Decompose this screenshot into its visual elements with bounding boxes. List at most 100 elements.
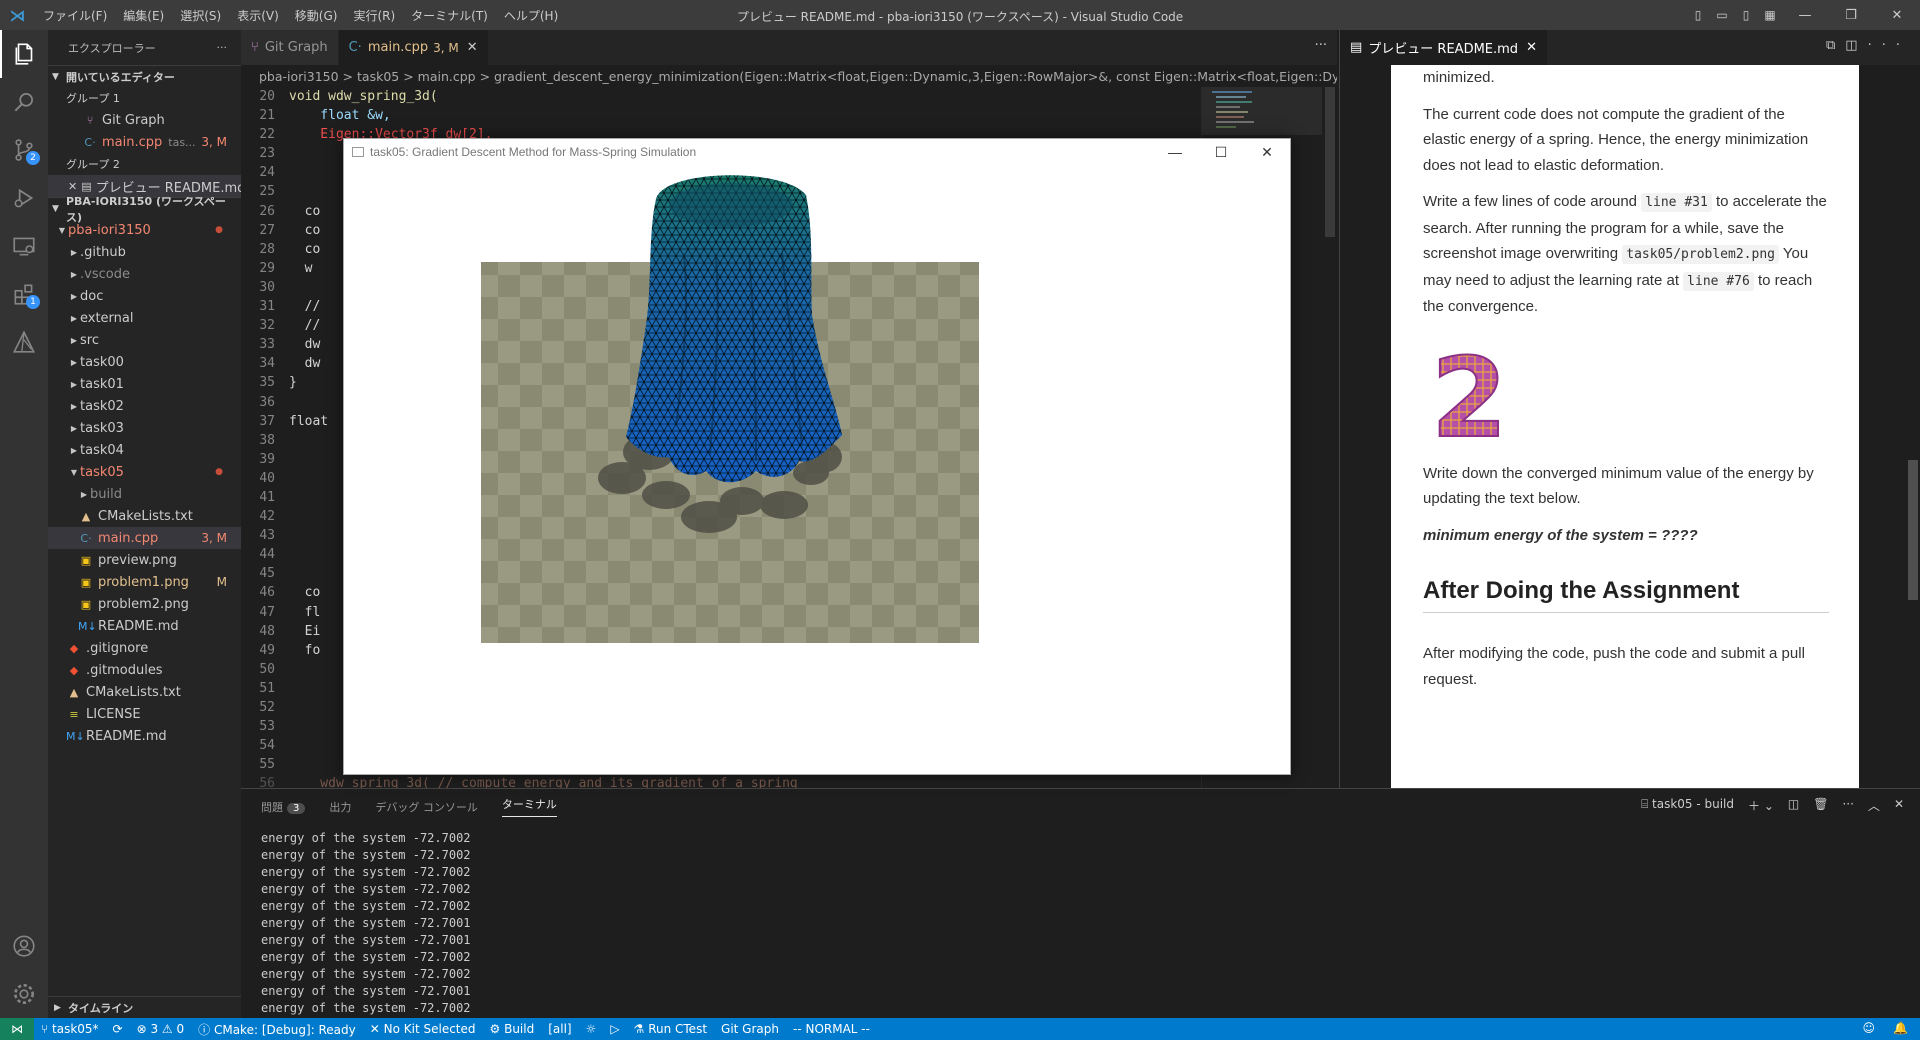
tree-file-readme-root[interactable]: M↓ README.md <box>48 725 241 747</box>
toggle-sidebar-icon[interactable]: ▯ <box>1686 8 1710 22</box>
tab-preview-readme[interactable]: ▤ プレビュー README.md ✕ <box>1340 30 1547 65</box>
open-editors-section[interactable]: ▼ 開いているエディター <box>48 65 241 87</box>
toggle-panel-icon[interactable]: ▭ <box>1710 8 1734 22</box>
kit-status[interactable]: ✕ No Kit Selected <box>363 1022 483 1036</box>
menu-edit[interactable]: 編集(E) <box>115 7 172 24</box>
more-actions-icon[interactable]: ··· <box>1842 797 1853 814</box>
source-control-icon[interactable]: 2 <box>0 126 48 174</box>
tree-file-gitignore[interactable]: ◆ .gitignore <box>48 637 241 659</box>
tree-file-readme[interactable]: M↓ README.md <box>48 615 241 637</box>
explorer-icon[interactable] <box>0 30 48 78</box>
sync-icon[interactable]: ⟳ <box>106 1022 130 1036</box>
tab-terminal[interactable]: ターミナル <box>501 796 557 817</box>
terminal-selector[interactable]: ⌸ task05 - build <box>1641 797 1734 814</box>
more-actions-icon[interactable]: ··· <box>1315 38 1327 53</box>
toggle-secondary-sidebar-icon[interactable]: ▯ <box>1734 8 1758 22</box>
tree-folder[interactable]: ▶ task00 <box>48 351 241 373</box>
tree-file-license[interactable]: ≡ LICENSE <box>48 703 241 725</box>
git-graph-status[interactable]: Git Graph <box>714 1022 786 1036</box>
tree-file-gitmodules[interactable]: ◆ .gitmodules <box>48 659 241 681</box>
open-editor-git-graph[interactable]: ⑂ Git Graph <box>48 109 241 131</box>
preview-actions[interactable]: ⧉◫··· <box>1826 38 1910 53</box>
tree-file-problem1-png[interactable]: ▣ problem1.png M <box>48 571 241 593</box>
menu-help[interactable]: ヘルプ(H) <box>496 7 566 24</box>
preview-scrollbar[interactable] <box>1906 65 1920 788</box>
restore-icon[interactable]: ❐ <box>1828 8 1874 23</box>
feedback-icon[interactable]: ☺ <box>1863 1021 1876 1035</box>
tree-file-preview-png[interactable]: ▣ preview.png <box>48 549 241 571</box>
cmake-icon[interactable] <box>0 318 48 366</box>
run-debug-icon[interactable] <box>0 174 48 222</box>
settings-gear-icon[interactable] <box>0 970 48 1018</box>
code-text: // <box>289 318 321 334</box>
tree-folder[interactable]: ▶ src <box>48 329 241 351</box>
cmake-status[interactable]: ⓘ CMake: [Debug]: Ready <box>191 1021 363 1038</box>
timeline-section[interactable]: ▶ タイムライン <box>48 996 241 1018</box>
tree-folder[interactable]: ▶ task03 <box>48 417 241 439</box>
debug-icon[interactable]: ☼ <box>579 1022 604 1036</box>
tree-file-cmakelists-root[interactable]: ▲ CMakeLists.txt <box>48 681 241 703</box>
notifications-icon[interactable]: 🔔 <box>1893 1021 1908 1035</box>
simulation-window[interactable]: task05: Gradient Descent Method for Mass… <box>343 138 1291 775</box>
tree-file-main-cpp[interactable]: C· main.cpp 3, M <box>48 527 241 549</box>
close-icon[interactable]: ✕ <box>1244 139 1290 165</box>
menu-terminal[interactable]: ターミナル(T) <box>403 7 496 24</box>
simulation-title-bar[interactable]: task05: Gradient Descent Method for Mass… <box>344 139 1290 165</box>
code-text: } <box>289 375 297 391</box>
breadcrumb[interactable]: pba-iori3150 > task05 > main.cpp > gradi… <box>241 65 1337 87</box>
menu-view[interactable]: 表示(V) <box>229 7 287 24</box>
menu-go[interactable]: 移動(G) <box>287 7 346 24</box>
more-actions-icon[interactable]: ··· <box>217 41 228 54</box>
tree-folder[interactable]: ▶ doc <box>48 285 241 307</box>
tree-root-folder[interactable]: ▼ pba-iori3150 ● <box>48 219 241 241</box>
split-terminal-icon[interactable]: ◫ <box>1788 797 1799 814</box>
build-button[interactable]: ⚙ Build <box>483 1022 542 1036</box>
tab-main-cpp[interactable]: C· main.cpp 3, M ✕ <box>338 30 489 65</box>
account-icon[interactable] <box>0 922 48 970</box>
remote-explorer-icon[interactable] <box>0 222 48 270</box>
tab-debug-console[interactable]: デバッグ コンソール <box>375 799 478 815</box>
tab-problems[interactable]: 問題 3 <box>261 799 306 815</box>
close-icon[interactable]: ✕ <box>68 180 77 193</box>
menu-run[interactable]: 実行(R) <box>345 7 403 24</box>
close-icon[interactable]: ✕ <box>467 40 478 55</box>
menu-selection[interactable]: 選択(S) <box>172 7 229 24</box>
tree-folder[interactable]: ▶ task02 <box>48 395 241 417</box>
minimize-icon[interactable]: — <box>1782 8 1828 23</box>
branch-status[interactable]: ⑂ task05* <box>34 1022 106 1036</box>
tree-folder[interactable]: ▶ build <box>48 483 241 505</box>
close-icon[interactable]: ✕ <box>1874 8 1920 23</box>
terminal-output[interactable]: energy of the system -72.7002 energy of t… <box>241 824 1920 1017</box>
run-icon[interactable]: ▷ <box>603 1022 626 1036</box>
tree-file-cmakelists[interactable]: ▲ CMakeLists.txt <box>48 505 241 527</box>
extensions-icon[interactable]: 1 <box>0 270 48 318</box>
tree-folder[interactable]: ▶ .github <box>48 241 241 263</box>
tab-git-graph[interactable]: ⑂ Git Graph <box>241 30 339 65</box>
close-panel-icon[interactable]: ✕ <box>1894 797 1904 814</box>
tree-folder-task05[interactable]: ▼ task05 ● <box>48 461 241 483</box>
problems-status[interactable]: ⊗ 3 ⚠ 0 <box>130 1022 192 1036</box>
run-ctest-button[interactable]: ⚗ Run CTest <box>627 1022 714 1036</box>
minimize-icon[interactable]: — <box>1152 139 1198 165</box>
workspace-section[interactable]: ▼ PBA-IORI3150 (ワークスペース) <box>48 195 241 224</box>
new-terminal-icon[interactable]: ＋ ⌄ <box>1748 797 1774 814</box>
tree-folder[interactable]: ▶ .vscode <box>48 263 241 285</box>
search-icon[interactable] <box>0 78 48 126</box>
tab-output[interactable]: 出力 <box>329 799 351 815</box>
tree-file-problem2-png[interactable]: ▣ problem2.png <box>48 593 241 615</box>
close-icon[interactable]: ✕ <box>1526 40 1537 55</box>
open-editor-preview-readme[interactable]: ✕ ▤ プレビュー README.md <box>48 175 245 197</box>
maximize-panel-icon[interactable]: ︿ <box>1868 797 1880 814</box>
tree-folder[interactable]: ▶ task04 <box>48 439 241 461</box>
customize-layout-icon[interactable]: ▦ <box>1758 8 1782 22</box>
kill-terminal-icon[interactable]: 🗑 <box>1813 797 1828 814</box>
tree-folder[interactable]: ▶ external <box>48 307 241 329</box>
remote-indicator-icon[interactable]: ⋈ <box>0 1018 34 1040</box>
simulation-viewport[interactable] <box>344 165 1290 774</box>
maximize-icon[interactable]: ☐ <box>1198 139 1244 165</box>
menu-file[interactable]: ファイル(F) <box>35 7 115 24</box>
open-editor-main-cpp[interactable]: C· main.cpp tas... 3, M <box>48 131 241 153</box>
target-selector[interactable]: [all] <box>541 1022 578 1036</box>
editor-scrollbar[interactable] <box>1323 87 1337 788</box>
tree-folder[interactable]: ▶ task01 <box>48 373 241 395</box>
